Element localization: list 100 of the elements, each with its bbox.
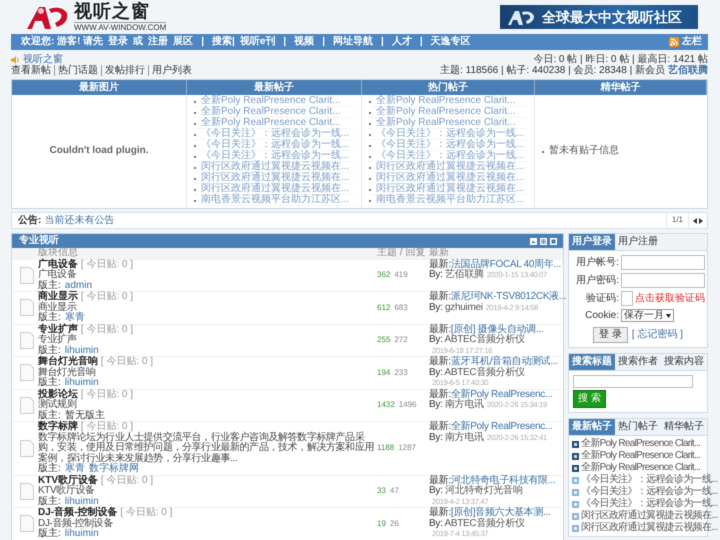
forum-title[interactable]: 专业扩声 <box>38 324 78 334</box>
plugin-message: Couldn't load plugin. <box>49 145 149 157</box>
nav-link[interactable]: 左栏 <box>682 36 702 48</box>
forum-title[interactable]: KTV歌厅设备 <box>38 474 98 486</box>
notice-link[interactable]: 当前还未有公告 <box>44 214 114 226</box>
today-count: [ 今日贴: 0 ] <box>100 474 154 486</box>
member-link[interactable]: 艺佰联腾 <box>668 65 708 76</box>
post-link[interactable]: 全新Poly RealPresence Clarit... <box>193 96 355 107</box>
latest-post-link[interactable]: [原创] 摄像头自动调... <box>450 324 544 334</box>
post-link[interactable]: 全新Poly RealPresence Clarit... <box>581 438 700 450</box>
post-link[interactable]: 闵行区政府通过翼视捷云视频在... <box>193 173 355 184</box>
post-link[interactable]: 闵行区政府通过翼视捷云视频在... <box>581 510 718 522</box>
page-icon <box>20 299 34 316</box>
post-link[interactable]: 《今日关注》：远程会诊为一线... <box>193 129 355 140</box>
tab[interactable]: 搜索内容 <box>661 354 707 370</box>
post-link[interactable]: 《今日关注》：远程会诊为一线... <box>581 498 718 510</box>
forum-link[interactable]: 用户列表 <box>148 65 195 76</box>
forum-title[interactable]: 广电设备 <box>38 258 78 270</box>
post-link[interactable]: 全新Poly RealPresence Clarit... <box>193 107 355 118</box>
latest-post-link[interactable]: 全新Poly RealPresenc... <box>450 421 552 432</box>
caret-icon <box>666 314 671 318</box>
collapse-icon[interactable] <box>530 238 537 244</box>
forgot-password-link[interactable]: [ 忘记密码 ] <box>632 329 683 341</box>
captcha-field[interactable] <box>621 291 633 306</box>
forum-link[interactable]: 发帖排行 <box>101 65 148 76</box>
nav-link[interactable]: 网址导航 <box>333 36 374 48</box>
latest-post-link[interactable]: 蓝牙耳机/音箱自动测试... <box>450 356 558 367</box>
forum-description: KTV歌厅设备 <box>38 486 96 496</box>
moderator-link[interactable]: 寒青 <box>64 313 85 324</box>
post-link[interactable]: 南电香景云视频平台助力江苏区... <box>368 195 528 206</box>
moderator-link[interactable]: admin <box>64 280 92 291</box>
tab[interactable]: 热门帖子 <box>615 419 661 435</box>
cookie-select[interactable]: 保存一月 <box>621 309 674 322</box>
nav-link[interactable]: 展区 <box>173 36 194 48</box>
forum-title[interactable]: 数字标牌 <box>38 421 78 432</box>
post-link[interactable]: 闵行区政府通过翼视捷云视频在... <box>581 522 718 534</box>
post-link[interactable]: 全新Poly RealPresence Clarit... <box>368 96 528 107</box>
breadcrumb-link[interactable]: 视听之窗 <box>23 54 63 65</box>
tab[interactable]: 搜索标题 <box>569 354 615 370</box>
search-button[interactable]: 搜 索 <box>573 390 606 408</box>
grid-icon[interactable] <box>540 238 547 244</box>
post-link[interactable]: 《今日关注》：远程会诊为一线... <box>368 129 528 140</box>
post-link[interactable]: 闵行区政府通过翼视捷云视频在... <box>193 184 355 195</box>
nav-link[interactable]: 视听e刊 <box>240 36 276 48</box>
post-link[interactable]: 闵行区政府通过翼视捷云视频在... <box>368 184 528 195</box>
post-link[interactable]: 《今日关注》：远程会诊为一线... <box>193 151 355 162</box>
post-link[interactable]: 《今日关注》：远程会诊为一线... <box>368 140 528 151</box>
moderator-link[interactable]: lihuimin <box>64 378 99 388</box>
column-header: 最新 <box>429 248 450 258</box>
moderator-link[interactable]: 数字标牌网 <box>88 464 139 474</box>
post-link[interactable]: 闵行区政府通过翼视捷云视频在... <box>368 162 528 173</box>
tab[interactable]: 搜索作者 <box>615 354 661 370</box>
tab[interactable]: 精华帖子 <box>661 419 707 435</box>
tab[interactable]: 最新帖子 <box>569 419 615 435</box>
post-link[interactable]: 闵行区政府通过翼视捷云视频在... <box>368 173 528 184</box>
tab[interactable]: 用户注册 <box>615 234 661 250</box>
forum-title[interactable]: 投影论坛 <box>38 388 78 400</box>
prev-icon[interactable] <box>693 218 697 224</box>
tab[interactable]: 用户登录 <box>569 234 615 250</box>
nav-link[interactable]: 登录 <box>108 36 128 48</box>
post-link[interactable]: 《今日关注》：远程会诊为一线... <box>368 151 528 162</box>
password-field[interactable] <box>621 273 705 288</box>
moderator-link[interactable]: 寒青 <box>64 464 85 474</box>
moderator-link[interactable]: lihuimin <box>64 529 99 540</box>
author-name: ABTEC音频分析仪 <box>444 366 525 378</box>
forum-link[interactable]: 热门话题 <box>54 65 101 76</box>
next-icon[interactable] <box>699 218 703 224</box>
latest-post-link[interactable]: [原创]音频六大基本测... <box>450 507 551 518</box>
post-link[interactable]: 《今日关注》：远程会诊为一线... <box>581 486 718 498</box>
post-link[interactable]: 全新Poly RealPresence Clarit... <box>581 450 700 462</box>
search-field[interactable] <box>573 375 693 388</box>
nav-link[interactable]: 天逸专区 <box>430 36 471 48</box>
post-link[interactable]: 闵行区政府通过翼视捷云视频在... <box>193 162 355 173</box>
post-link[interactable]: 南电香景云视频平台助力江苏区... <box>193 195 355 206</box>
rss-icon[interactable] <box>669 37 679 47</box>
moderator-link[interactable]: lihuimin <box>64 346 99 356</box>
forum-title[interactable]: DJ-音频-控制设备 <box>38 507 118 518</box>
captcha-link[interactable]: 点击获取验证码 <box>635 292 705 304</box>
post-link[interactable]: 全新Poly RealPresence Clarit... <box>368 118 528 129</box>
forum-title[interactable]: 舞台灯光音响 <box>38 356 98 367</box>
nav-link[interactable]: 注册 <box>148 36 168 48</box>
username-field[interactable] <box>621 255 705 270</box>
section-title: 专业视听 <box>19 235 59 246</box>
latest-post-link[interactable]: 法国品牌FOCAL 40周年... <box>450 258 561 270</box>
forum-link[interactable]: 查看新帖 <box>11 65 54 76</box>
nav-link[interactable]: 人才 <box>392 36 412 48</box>
post-link[interactable]: 《今日关注》：远程会诊为一线... <box>581 474 718 486</box>
nav-link[interactable]: 视频 <box>294 36 314 48</box>
forum-title[interactable]: 商业显示 <box>38 291 78 302</box>
login-button[interactable]: 登 录 <box>593 327 628 343</box>
latest-post-link[interactable]: 派尼珂NK-TSV8012CK液... <box>450 291 566 302</box>
post-link[interactable]: 全新Poly RealPresence Clarit... <box>581 462 700 474</box>
reply-count: 47 <box>390 486 399 496</box>
latest-post-link[interactable]: 河北特奇电子科技有限... <box>450 474 556 486</box>
nav-link[interactable]: 搜索| <box>212 36 235 48</box>
post-link[interactable]: 全新Poly RealPresence Clarit... <box>368 107 528 118</box>
moderator-link[interactable]: lihuimin <box>64 496 99 507</box>
post-link[interactable]: 全新Poly RealPresence Clarit... <box>193 118 355 129</box>
latest-post-link[interactable]: 全新Poly RealPresenc... <box>450 388 552 400</box>
post-link[interactable]: 《今日关注》：远程会诊为一线... <box>193 140 355 151</box>
